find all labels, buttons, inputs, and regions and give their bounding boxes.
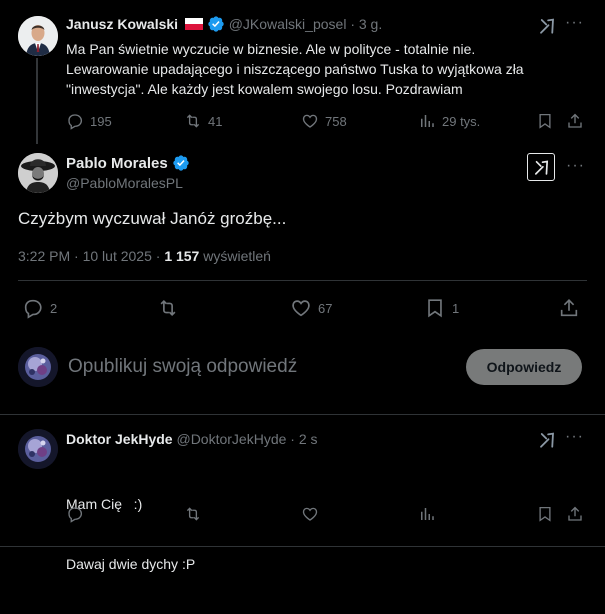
tweet-text-line: "inwestycja". Ale każdy jest kowalem swo… — [66, 81, 463, 97]
share-icon — [568, 506, 582, 521]
grok-icon — [534, 159, 548, 175]
bookmark-button[interactable]: 1 — [424, 297, 459, 319]
views-chart-icon — [421, 115, 434, 127]
poland-flag-icon — [184, 18, 203, 31]
bookmark-icon — [428, 299, 442, 318]
person-photo-icon — [18, 16, 58, 56]
like-button[interactable]: 758 — [301, 112, 347, 130]
avatar-pablo[interactable] — [18, 153, 58, 193]
repost-icon — [186, 507, 200, 521]
bookmark-button[interactable] — [536, 505, 554, 523]
views-count: 29 tys. — [442, 113, 481, 129]
views-chart-icon — [421, 508, 434, 520]
share-button[interactable] — [566, 505, 584, 523]
reply-button[interactable] — [66, 505, 84, 523]
share-button[interactable] — [558, 297, 580, 319]
galaxy-avatar-icon — [18, 429, 58, 469]
tweet-time[interactable]: · 2 s — [290, 431, 317, 447]
tweet-text-line: Lewarowanie upadającego i niszczącego pa… — [66, 61, 524, 77]
share-button[interactable] — [566, 112, 584, 130]
views-button[interactable]: 29 tys. — [418, 112, 480, 130]
sombrero-portrait-icon — [18, 153, 58, 193]
like-count: 67 — [318, 300, 333, 316]
tweet-time[interactable]: · 3 g. — [350, 16, 382, 32]
divider — [18, 280, 587, 281]
views-button[interactable] — [418, 505, 436, 523]
repost-icon — [186, 114, 200, 128]
verified-badge-icon — [173, 154, 189, 171]
like-button[interactable] — [301, 505, 319, 523]
tweet-header: Doktor JekHyde @DoktorJekHyde · 2 s — [66, 431, 318, 447]
reply-icon — [24, 299, 42, 319]
reply-icon — [68, 507, 83, 523]
tweet-timestamp[interactable]: 3:22 PM · 10 lut 2025 · — [18, 248, 164, 264]
tweet-text-line: Dawaj dwie dychy :P — [66, 556, 196, 572]
thread-line — [36, 58, 38, 144]
like-button[interactable]: 67 — [290, 297, 332, 319]
heart-icon — [302, 507, 318, 521]
repost-button[interactable]: 41 — [184, 112, 222, 130]
reply-count: 2 — [50, 300, 58, 316]
divider — [0, 414, 605, 415]
like-count: 758 — [325, 113, 347, 129]
repost-count: 41 — [208, 113, 223, 129]
author-name[interactable]: Doktor JekHyde — [66, 431, 173, 447]
bookmark-button[interactable] — [536, 112, 554, 130]
author-handle[interactable]: @PabloMoralesPL — [66, 175, 183, 191]
tweet-header: Pablo Morales — [66, 154, 190, 172]
tweet-text: Mam Cię :) Dawaj dwie dychy :P — [66, 454, 195, 614]
tweet-text: Ma Pan świetnie wyczucie w biznesie. Ale… — [66, 39, 524, 99]
bookmark-count: 1 — [452, 300, 460, 316]
avatar-janusz[interactable] — [18, 16, 58, 56]
repost-button[interactable] — [184, 505, 202, 523]
reply-icon — [68, 114, 83, 130]
reply-submit-button[interactable]: Odpowiedz — [466, 349, 582, 385]
author-handle[interactable]: @DoktorJekHyde — [176, 431, 286, 447]
author-name[interactable]: Pablo Morales — [66, 155, 168, 172]
grok-button[interactable] — [527, 153, 555, 181]
bookmark-icon — [539, 506, 551, 522]
tweet-text: Czyżbym wyczuwał Janóż groźbę... — [18, 209, 287, 228]
reply-button[interactable]: 2 — [22, 297, 57, 319]
repost-icon — [160, 299, 176, 317]
verified-badge-icon — [208, 16, 224, 32]
grok-icon[interactable] — [538, 431, 556, 449]
avatar-current-user[interactable] — [18, 347, 58, 387]
author-name[interactable]: Janusz Kowalski — [66, 16, 178, 32]
grok-icon[interactable] — [538, 17, 556, 35]
reply-button[interactable]: 195 — [66, 112, 112, 130]
heart-icon — [302, 114, 318, 128]
repost-button[interactable] — [157, 297, 179, 319]
views-label: wyświetleń — [199, 248, 271, 264]
share-icon — [568, 113, 582, 128]
heart-icon — [292, 300, 310, 317]
avatar-doktor[interactable] — [18, 429, 58, 469]
galaxy-avatar-icon — [18, 347, 58, 387]
tweet-metadata: 3:22 PM · 10 lut 2025 · 1 157 wyświetleń — [18, 248, 271, 264]
bookmark-icon — [539, 113, 551, 129]
views-count: 1 157 — [164, 248, 200, 264]
tweet-text-line: Ma Pan świetnie wyczucie w biznesie. Ale… — [66, 41, 476, 57]
tweet-text-line: Mam Cię :) — [66, 496, 143, 512]
more-icon[interactable]: ··· — [565, 14, 584, 32]
reply-count: 195 — [90, 113, 112, 129]
more-icon[interactable]: ··· — [566, 157, 585, 175]
reply-input[interactable]: Opublikuj swoją odpowiedź — [68, 356, 297, 378]
tweet-header: Janusz Kowalski @JKowalski_posel · 3 g. — [66, 16, 382, 33]
share-icon — [560, 299, 578, 317]
author-handle[interactable]: @JKowalski_posel — [229, 16, 347, 32]
more-icon[interactable]: ··· — [565, 428, 584, 446]
